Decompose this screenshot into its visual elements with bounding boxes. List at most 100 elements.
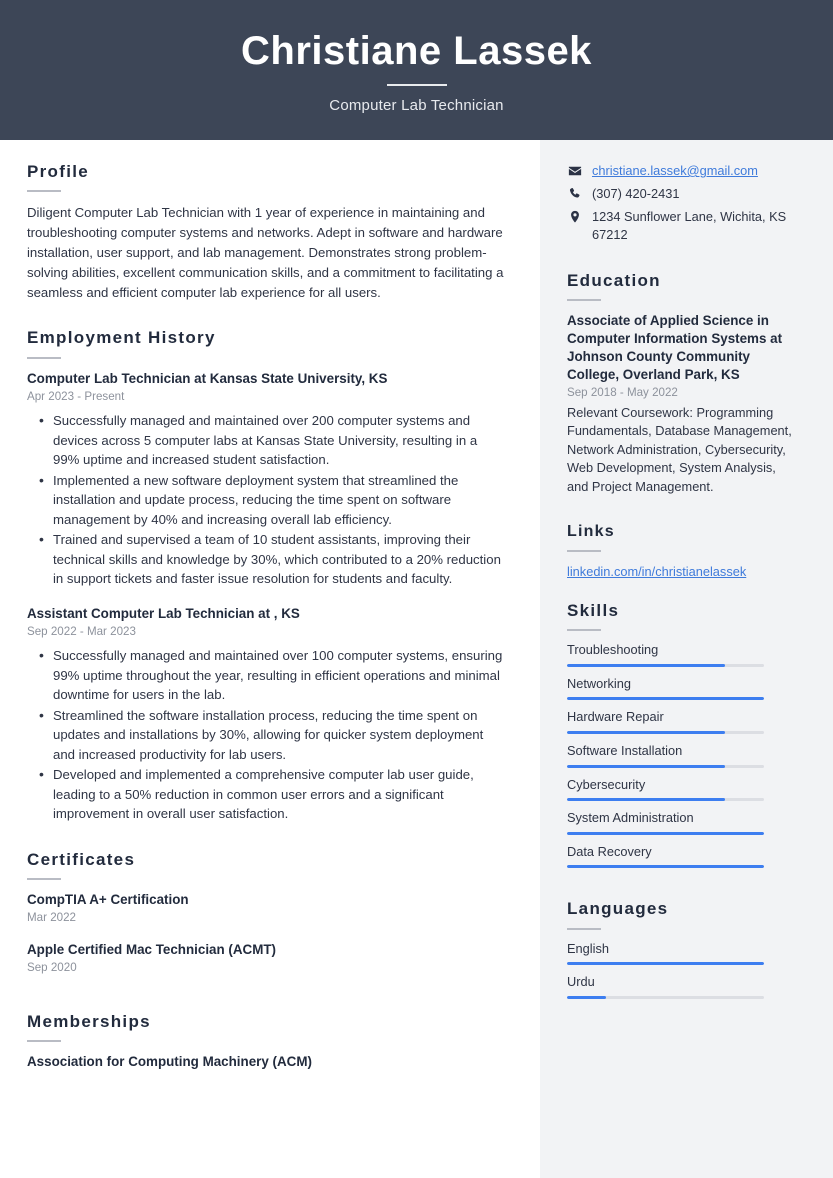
header-divider — [386, 84, 447, 86]
employment-title: Computer Lab Technician at Kansas State … — [27, 370, 388, 386]
bullet-item: Developed and implemented a comprehensiv… — [39, 764, 506, 824]
language-bar-fill — [567, 996, 607, 1000]
skill-item: System Administration — [567, 810, 793, 835]
skill-label: Cybersecurity — [567, 776, 646, 792]
section-employment-history: Employment History Computer Lab Technici… — [27, 328, 506, 824]
language-bar-track — [567, 996, 764, 1000]
bullet-item: Streamlined the software installation pr… — [39, 705, 506, 765]
employment-date: Sep 2022 - Mar 2023 — [27, 624, 136, 638]
skill-bar-fill — [567, 831, 764, 835]
certificate-item: CompTIA A+ Certification Mar 2022 — [27, 891, 506, 926]
section-memberships: Memberships Association for Computing Ma… — [27, 1012, 506, 1071]
section-rule — [27, 878, 61, 881]
certificate-item: Apple Certified Mac Technician (ACMT) Se… — [27, 941, 506, 976]
education-date: Sep 2018 - May 2022 — [567, 386, 678, 400]
address-text: 1234 Sunflower Lane, Wichita, KS 67212 — [592, 209, 787, 243]
skill-label: Data Recovery — [567, 843, 652, 859]
employment-bullets: Successfully managed and maintained over… — [27, 645, 506, 824]
skill-label: Networking — [567, 675, 632, 691]
skill-bar-fill — [567, 764, 725, 768]
section-rule — [567, 549, 601, 552]
email-link[interactable]: christiane.lassek@gmail.com — [592, 162, 758, 180]
resume-page: Christiane Lassek Computer Lab Technicia… — [0, 0, 833, 1178]
phone-number: (307) 420-2431 — [592, 186, 680, 202]
section-certificates: Certificates CompTIA A+ Certification Ma… — [27, 850, 506, 976]
education-description: Relevant Coursework: Programming Fundame… — [567, 404, 792, 494]
sidebar-column: christiane.lassek@gmail.com (307) 420-24… — [540, 140, 833, 1178]
employment-entry: Computer Lab Technician at Kansas State … — [27, 370, 506, 405]
bullet-item: Implemented a new software deployment sy… — [39, 470, 506, 530]
section-rule — [27, 356, 61, 359]
envelope-icon — [567, 162, 583, 178]
section-title-certificates: Certificates — [27, 849, 136, 869]
certificate-date: Sep 2020 — [27, 960, 77, 974]
skill-bar-fill — [567, 697, 764, 701]
section-title-memberships: Memberships — [27, 1011, 151, 1031]
employment-bullets: Successfully managed and maintained over… — [27, 410, 506, 589]
certificate-name: Apple Certified Mac Technician (ACMT) — [27, 941, 276, 957]
language-label: English — [567, 940, 609, 956]
section-rule — [567, 299, 601, 302]
section-title-profile: Profile — [27, 162, 90, 181]
skill-bar-fill — [567, 663, 725, 667]
section-skills: Skills Troubleshooting Networking Hardwa… — [567, 601, 793, 869]
contact-list: christiane.lassek@gmail.com (307) 420-24… — [567, 162, 793, 245]
certificate-date: Mar 2022 — [27, 911, 76, 925]
membership-name: Association for Computing Machinery (ACM… — [27, 1054, 312, 1070]
linkedin-link[interactable]: linkedin.com/in/christianelassek — [567, 564, 746, 579]
candidate-name: Christiane Lassek — [241, 29, 592, 73]
section-links: Links linkedin.com/in/christianelassek — [567, 522, 793, 580]
skill-label: Software Installation — [567, 742, 683, 758]
skill-label: Troubleshooting — [567, 642, 659, 658]
skill-bar-track — [567, 663, 764, 667]
skill-bar-track — [567, 865, 764, 869]
section-languages: Languages English Urdu — [567, 899, 793, 1000]
section-profile: Profile Diligent Computer Lab Technician… — [27, 162, 506, 302]
resume-header: Christiane Lassek Computer Lab Technicia… — [0, 0, 833, 140]
language-bar-track — [567, 962, 764, 966]
skill-bar-track — [567, 764, 764, 768]
skill-bar-track — [567, 697, 764, 701]
skill-item: Networking — [567, 676, 793, 701]
skill-bar-fill — [567, 865, 764, 869]
section-rule — [27, 1040, 61, 1043]
section-rule — [27, 190, 61, 193]
employment-entry: Assistant Computer Lab Technician at , K… — [27, 605, 506, 640]
section-title-skills: Skills — [567, 600, 620, 620]
section-title-links: Links — [567, 523, 615, 541]
skill-bar-track — [567, 798, 764, 802]
skill-item: Troubleshooting — [567, 642, 793, 667]
skill-label: System Administration — [567, 810, 694, 826]
phone-icon — [567, 185, 583, 201]
candidate-job-title: Computer Lab Technician — [329, 97, 504, 114]
contact-row-address: 1234 Sunflower Lane, Wichita, KS 67212 — [567, 208, 793, 244]
skill-item: Cybersecurity — [567, 777, 793, 802]
skill-item: Data Recovery — [567, 844, 793, 869]
bullet-item: Trained and supervised a team of 10 stud… — [39, 529, 506, 589]
location-pin-icon — [567, 208, 583, 224]
section-rule — [567, 629, 601, 632]
employment-title: Assistant Computer Lab Technician at , K… — [27, 605, 300, 621]
main-column: Profile Diligent Computer Lab Technician… — [0, 140, 540, 1178]
bullet-item: Successfully managed and maintained over… — [39, 410, 506, 470]
resume-body: Profile Diligent Computer Lab Technician… — [0, 140, 833, 1178]
skill-bar-fill — [567, 730, 725, 734]
certificate-name: CompTIA A+ Certification — [27, 892, 189, 908]
section-education: Education Associate of Applied Science i… — [567, 271, 793, 497]
contact-row-email: christiane.lassek@gmail.com — [567, 162, 793, 180]
education-degree: Associate of Applied Science in Computer… — [567, 313, 783, 383]
profile-text: Diligent Computer Lab Technician with 1 … — [27, 205, 504, 300]
bullet-item: Successfully managed and maintained over… — [39, 645, 506, 705]
language-label: Urdu — [567, 974, 595, 990]
links-list: linkedin.com/in/christianelassek — [567, 563, 793, 581]
skill-bar-track — [567, 730, 764, 734]
language-item: Urdu — [567, 974, 793, 1000]
section-rule — [567, 927, 601, 930]
section-title-employment: Employment History — [27, 328, 216, 348]
language-item: English — [567, 941, 793, 966]
skill-item: Hardware Repair — [567, 709, 793, 734]
